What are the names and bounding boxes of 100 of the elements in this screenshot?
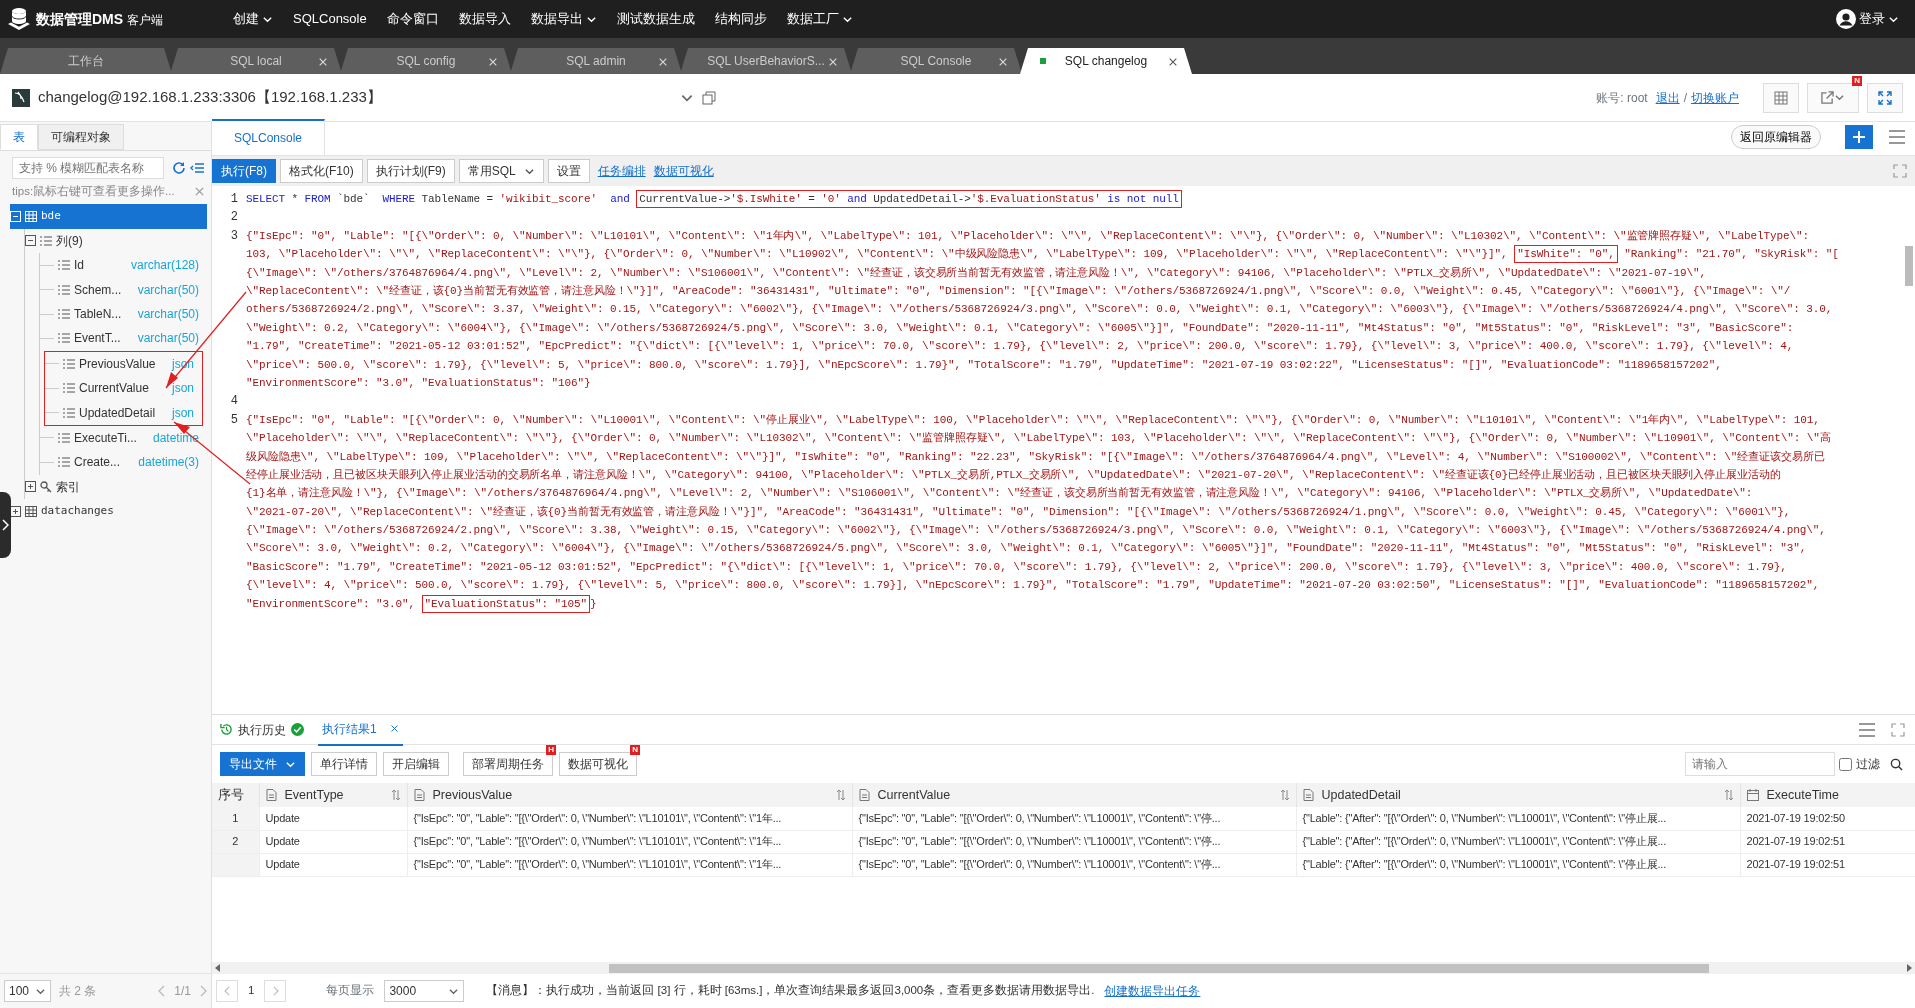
tip-text: tips:鼠标右键可查看更多操作... <box>12 184 175 199</box>
logout-link[interactable]: 退出 <box>1655 88 1680 107</box>
tree-item[interactable]: Create... datetime(3) <box>40 450 207 475</box>
toolbar-button[interactable]: 执行计划(F9) <box>366 159 455 183</box>
code-text: {"IsEpc": "0", "Lable": "[{\"Order\": 0, \"Number\": \"L10101\", \"Content\": \"1年内\", \"LabelType\": 101, \"Placeholder\": \"\", \"ReplaceContent\": \"\"}, {\"Order\": 0, \"Number\": \"L10302\", \"Content\": \"监管牌照存疑\", \"LabelType\": <box>246 229 1809 242</box>
chevron-right-icon[interactable] <box>1906 964 1912 972</box>
scrollbar-thumb[interactable] <box>1905 246 1913 286</box>
scrollbar-thumb[interactable] <box>609 963 1709 973</box>
connection-title: changelog@192.168.1.233:3306【192.168.1.233】 <box>38 87 382 108</box>
column-header[interactable]: UpdatedDetail <box>1321 785 1401 805</box>
sort-icon[interactable] <box>835 789 846 801</box>
close-icon[interactable] <box>1168 57 1178 67</box>
toolbar-button[interactable]: 设置 <box>547 159 590 183</box>
toolbar-button[interactable]: 格式化(F10) <box>280 159 363 183</box>
tree-item[interactable]: Id varchar(128) <box>40 253 207 278</box>
document-tab[interactable]: SQL changelog <box>1020 48 1192 74</box>
table-icon <box>25 505 37 517</box>
menu-icon[interactable] <box>1859 722 1875 737</box>
toolbar-button[interactable]: 常用SQL <box>458 159 544 183</box>
menu-item[interactable]: 结构同步 <box>704 9 777 29</box>
column-type: json <box>172 380 194 398</box>
refresh-icon[interactable] <box>172 161 186 175</box>
document-tab[interactable]: SQL local <box>170 48 342 74</box>
chevron-left-icon[interactable] <box>215 964 221 972</box>
sidebar-tab[interactable]: 表 <box>0 124 38 150</box>
collapse-list-icon[interactable] <box>190 161 204 175</box>
menu-item[interactable]: 命令窗口 <box>376 9 449 29</box>
toolbar-button[interactable]: 开启编辑 <box>383 752 449 776</box>
document-tab[interactable]: SQL config <box>340 48 512 74</box>
menu-item[interactable]: 数据导入 <box>448 9 521 29</box>
search-field[interactable]: 请输入 <box>1685 752 1835 776</box>
export-button[interactable] <box>1807 82 1859 113</box>
table-cell: 2021-07-19 19:02:50 <box>1740 807 1915 830</box>
search-field[interactable]: 支持 % 模糊匹配表名称 <box>12 157 164 179</box>
chevron-right-icon <box>271 986 279 996</box>
export-task-link[interactable]: 创建数据导出任务 <box>1104 982 1201 1000</box>
tree-item[interactable]: UpdatedDetail json <box>45 400 202 425</box>
table-view-button[interactable] <box>1763 82 1799 113</box>
tree-item[interactable]: TableN... varchar(50) <box>40 301 207 327</box>
sidebar-tab[interactable]: 可编程对象 <box>38 124 124 150</box>
login-button[interactable]: 登录 <box>1826 9 1909 29</box>
add-button[interactable] <box>1845 125 1873 149</box>
toolbar-link[interactable]: 任务编排 <box>597 162 646 180</box>
sort-icon[interactable] <box>390 789 401 801</box>
document-tab[interactable]: SQL Console <box>850 48 1022 74</box>
back-to-editor-button[interactable]: 返回原编辑器 <box>1731 125 1821 149</box>
column-header[interactable]: CurrentValue <box>877 785 951 805</box>
menu-icon[interactable] <box>1889 130 1905 144</box>
file-icon <box>858 789 870 801</box>
tree-label: EventT... <box>74 330 121 348</box>
switch-account-link[interactable]: 切换账户 <box>1691 88 1739 107</box>
expand-icon[interactable] <box>10 505 21 517</box>
list-icon <box>58 432 70 443</box>
filter-checkbox[interactable] <box>1839 757 1852 771</box>
close-icon[interactable] <box>389 724 399 733</box>
result-tab[interactable]: 执行结果1 <box>318 713 403 746</box>
table-cell: {"Lable": {"After": "[{\"Order\": 0, \"Number\": \"L10001\", \"Content\": \"停止展... <box>1296 830 1740 853</box>
result-tab[interactable]: 执行历史 <box>216 714 308 745</box>
expand-icon[interactable] <box>25 481 36 493</box>
filter-label: 过滤 <box>1856 756 1880 773</box>
tree-item[interactable]: Schem... varchar(50) <box>40 277 207 302</box>
page-size-select[interactable]: 3000 <box>384 980 465 1002</box>
column-header[interactable]: PreviousValue <box>432 785 513 805</box>
toolbar-button[interactable]: 单行详情 <box>311 752 377 776</box>
menu-item[interactable]: 数据工厂 <box>776 9 863 29</box>
document-tab[interactable]: SQL admin <box>510 48 682 74</box>
document-tab[interactable]: SQL UserBehaviorS... <box>680 48 852 74</box>
menu-item[interactable]: 创建 <box>223 9 283 29</box>
code-text: {1}名单，请注意风险！\"}, {\"Image\": \"/others/3764876964/4.png\", \"Level\": 2, \"Number\": \"S106001\", \"Content\": \"经查证，该交易所当前暂无有效监管，请注意风险！\", \"Category\": 94106, \"Placeholder\": \"PTLX_交易所\", \"UpdatedDate\": <box>246 487 1753 500</box>
tree-item[interactable]: EventT... varchar(50) <box>40 326 207 351</box>
table-cell: {"IsEpc": "0", "Lable": "[{\"Order\": 0, \"Number\": \"L10101\", \"Content\": \"1年... <box>407 830 852 853</box>
column-type: varchar(50) <box>137 306 199 323</box>
document-tab[interactable]: 工作台 <box>0 48 172 74</box>
menu-item[interactable]: SQLConsole <box>283 9 377 29</box>
new-badge: N <box>1852 75 1862 86</box>
tree-item[interactable]: datachanges <box>10 498 207 524</box>
tree-label: CurrentValue <box>79 380 149 398</box>
toolbar-button[interactable]: 导出文件 <box>220 752 305 776</box>
toolbar-button[interactable]: 数据可视化 <box>559 752 637 776</box>
collapse-icon[interactable] <box>25 235 36 247</box>
sort-icon[interactable] <box>1279 789 1290 801</box>
collapse-handle[interactable] <box>0 492 11 558</box>
toolbar-button[interactable]: 部署周期任务 <box>463 752 553 776</box>
search-icon[interactable] <box>1890 757 1903 771</box>
tree-item[interactable]: bde <box>10 204 207 229</box>
restore-window-icon[interactable] <box>701 90 716 105</box>
menu-item[interactable]: 数据导出 <box>520 9 607 29</box>
toolbar-link[interactable]: 数据可视化 <box>653 162 714 180</box>
sort-icon[interactable] <box>1723 789 1734 801</box>
fullscreen-button[interactable] <box>1867 82 1903 113</box>
menu-item[interactable]: 测试数据生成 <box>606 9 705 29</box>
console-tab[interactable]: SQLConsole <box>212 119 326 155</box>
tree-item[interactable]: CurrentValue json <box>45 376 202 401</box>
tree-item[interactable]: 索引 <box>25 474 207 499</box>
fullscreen-icon <box>1878 90 1892 105</box>
line-number: 2 <box>229 209 239 227</box>
toolbar-button[interactable]: 执行(F8) <box>212 159 276 183</box>
tree-item[interactable]: 列(9) <box>25 228 207 254</box>
account-label: 账号: root <box>1596 89 1648 107</box>
page-size-select[interactable]: 100 <box>4 980 52 1002</box>
